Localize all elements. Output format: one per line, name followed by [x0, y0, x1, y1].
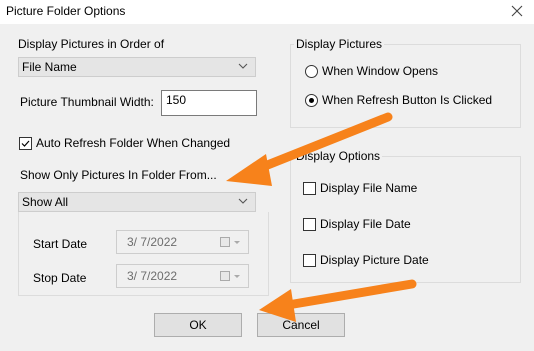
title-bar: Picture Folder Options — [0, 0, 534, 24]
cancel-button[interactable]: Cancel — [257, 313, 345, 337]
thumbnail-width-label: Picture Thumbnail Width: — [20, 95, 154, 109]
checkbox-label: Display Picture Date — [320, 253, 429, 267]
radio-circle[interactable] — [305, 64, 318, 78]
radio-when-refresh-clicked[interactable]: When Refresh Button Is Clicked — [305, 93, 492, 107]
chevron-down-icon — [238, 63, 248, 69]
order-label: Display Pictures in Order of — [18, 37, 165, 51]
calendar-icon — [220, 271, 230, 281]
checkbox-label: Display File Date — [320, 217, 411, 231]
window-title: Picture Folder Options — [6, 4, 126, 18]
display-pictures-label: Display Pictures — [294, 37, 385, 51]
stop-date-label: Stop Date — [33, 271, 87, 285]
radio-label: When Refresh Button Is Clicked — [322, 93, 493, 107]
stop-date-picker[interactable]: 3/ 7/2022 — [116, 264, 249, 288]
display-pictures-group — [290, 44, 521, 128]
order-dropdown[interactable]: File Name — [18, 57, 256, 77]
chevron-down-icon — [234, 275, 240, 278]
check-box[interactable] — [303, 217, 316, 231]
checkbox-display-picture-date[interactable]: Display Picture Date — [303, 253, 429, 267]
display-options-label: Display Options — [294, 149, 383, 163]
checkbox-display-file-name[interactable]: Display File Name — [303, 181, 417, 195]
folder-filter-dropdown[interactable]: Show All — [18, 192, 256, 212]
folder-filter-label: Show Only Pictures In Folder From... — [20, 168, 217, 182]
chevron-down-icon — [234, 241, 240, 244]
start-date-label: Start Date — [33, 237, 88, 251]
auto-refresh-label: Auto Refresh Folder When Changed — [36, 136, 231, 150]
radio-label: When Window Opens — [322, 64, 439, 78]
start-date-value: 3/ 7/2022 — [127, 235, 178, 249]
thumbnail-width-input[interactable]: 150 — [161, 90, 257, 116]
chevron-down-icon — [238, 198, 248, 204]
picture-folder-options-dialog: Picture Folder Options Display Pictures … — [0, 0, 534, 351]
check-box[interactable] — [303, 253, 316, 267]
checkbox-display-file-date[interactable]: Display File Date — [303, 217, 411, 231]
ok-button[interactable]: OK — [154, 313, 242, 337]
folder-filter-selected-value: Show All — [22, 195, 69, 209]
check-box[interactable] — [303, 181, 316, 195]
thumbnail-width-value: 150 — [166, 93, 187, 107]
order-selected-value: File Name — [22, 60, 77, 74]
radio-when-window-opens[interactable]: When Window Opens — [305, 64, 438, 78]
checkmark-icon — [21, 140, 30, 147]
stop-date-value: 3/ 7/2022 — [127, 269, 178, 283]
close-icon[interactable] — [508, 2, 526, 20]
auto-refresh-checkbox[interactable]: Auto Refresh Folder When Changed — [19, 136, 230, 150]
start-date-picker[interactable]: 3/ 7/2022 — [116, 230, 249, 254]
auto-refresh-check-box[interactable] — [19, 136, 32, 150]
calendar-icon — [220, 237, 230, 247]
checkbox-label: Display File Name — [320, 181, 418, 195]
radio-circle[interactable] — [305, 93, 318, 107]
